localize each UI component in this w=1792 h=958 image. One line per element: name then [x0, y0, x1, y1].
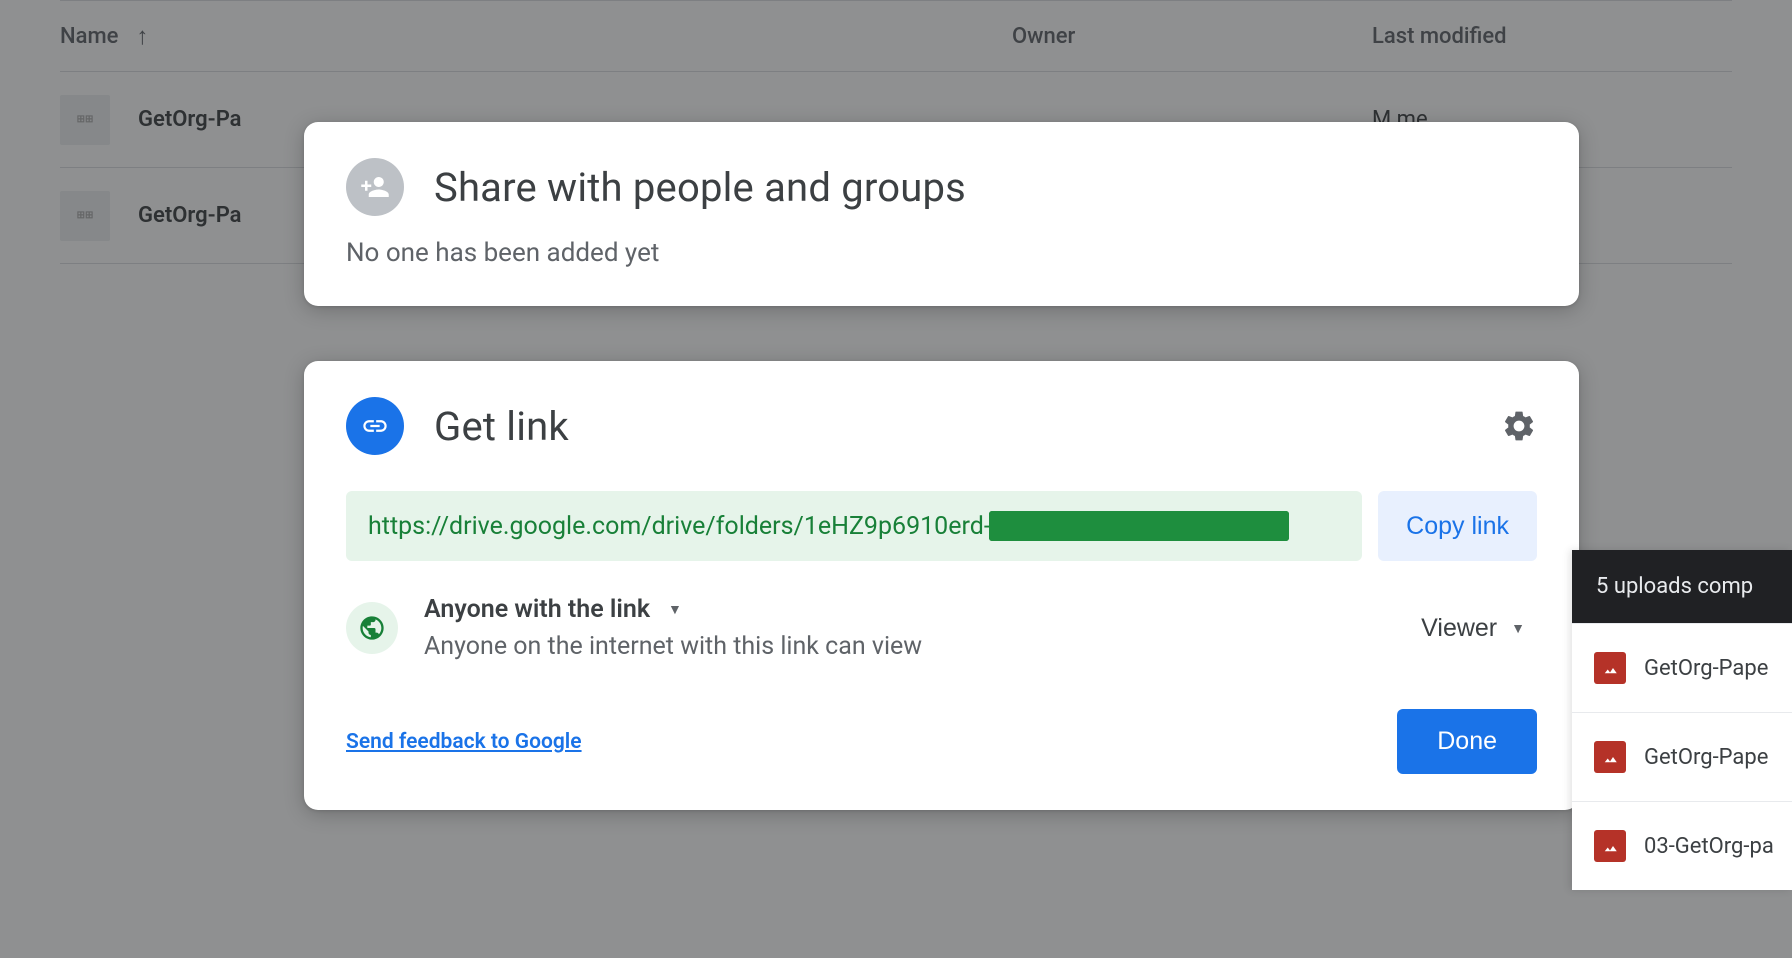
upload-item[interactable]: GetOrg-Pape	[1572, 623, 1792, 712]
upload-item[interactable]: GetOrg-Pape	[1572, 712, 1792, 801]
share-dialog-title: Share with people and groups	[434, 164, 966, 211]
gear-icon[interactable]	[1501, 408, 1537, 444]
upload-item-name: GetOrg-Pape	[1644, 656, 1768, 681]
get-link-dialog: Get link https://drive.google.com/drive/…	[304, 361, 1579, 810]
share-dialog: Share with people and groups No one has …	[304, 122, 1579, 306]
upload-item-name: 03-GetOrg-pa	[1644, 834, 1774, 859]
share-link-url: https://drive.google.com/drive/folders/1…	[368, 512, 991, 541]
get-link-title: Get link	[434, 403, 569, 450]
send-feedback-link[interactable]: Send feedback to Google	[346, 730, 582, 754]
share-link-field[interactable]: https://drive.google.com/drive/folders/1…	[346, 491, 1362, 561]
person-add-icon	[346, 158, 404, 216]
upload-status-panel: 5 uploads comp GetOrg-Pape GetOrg-Pape 0…	[1572, 550, 1792, 890]
redacted-segment	[989, 511, 1289, 541]
upload-panel-header[interactable]: 5 uploads comp	[1572, 550, 1792, 623]
done-button[interactable]: Done	[1397, 709, 1537, 774]
image-file-icon	[1594, 741, 1626, 773]
chevron-down-icon: ▼	[1511, 620, 1525, 636]
role-dropdown[interactable]: Viewer ▼	[1409, 606, 1537, 651]
chevron-down-icon[interactable]: ▼	[668, 601, 682, 618]
image-file-icon	[1594, 830, 1626, 862]
globe-icon	[346, 602, 398, 654]
access-scope-description: Anyone on the internet with this link ca…	[424, 632, 1383, 661]
access-scope-label[interactable]: Anyone with the link	[424, 595, 650, 624]
upload-item[interactable]: 03-GetOrg-pa	[1572, 801, 1792, 890]
share-dialog-subtitle[interactable]: No one has been added yet	[346, 238, 1537, 268]
link-icon	[346, 397, 404, 455]
image-file-icon	[1594, 652, 1626, 684]
upload-item-name: GetOrg-Pape	[1644, 745, 1768, 770]
role-label: Viewer	[1421, 614, 1497, 643]
copy-link-button[interactable]: Copy link	[1378, 491, 1537, 561]
